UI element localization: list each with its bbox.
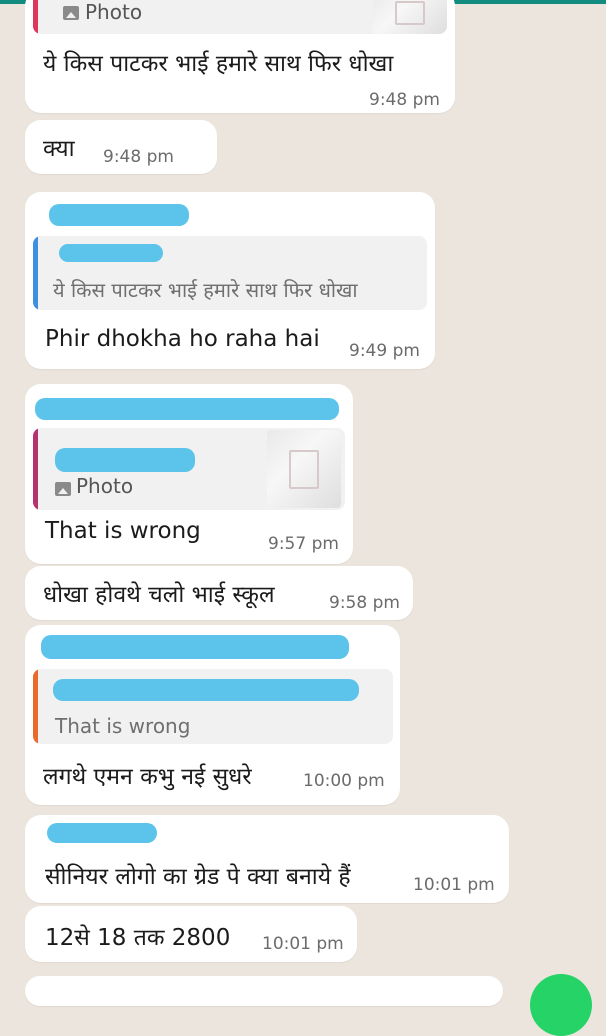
message-bubble-7[interactable]: सीनियर लोगो का ग्रेड पे क्या बनाये हैं 1… [25, 815, 509, 903]
message-text: सीनियर लोगो का ग्रेड पे क्या बनाये हैं [45, 864, 351, 890]
quoted-photo-message[interactable]: Photo [33, 0, 447, 34]
message-bubble-5[interactable]: धोखा होवथे चलो भाई स्कूल 9:58 pm [25, 566, 413, 620]
quote-bar [33, 0, 38, 34]
quoted-photo-message[interactable]: Photo [33, 428, 345, 510]
quote-photo-label: Photo [85, 0, 143, 24]
message-bubble-partial[interactable] [25, 976, 503, 1006]
message-text: 12से 18 तक 2800 [45, 925, 231, 951]
message-text: धोखा होवथे चलो भाई स्कूल [43, 582, 275, 608]
message-text: That is wrong [45, 518, 201, 544]
quoted-text-message[interactable]: That is wrong [33, 669, 393, 744]
message-text: ये किस पाटकर भाई हमारे साथ फिर धोखा [43, 51, 394, 77]
quote-bar [33, 428, 38, 510]
message-time: 9:48 pm [103, 147, 174, 167]
message-bubble-8[interactable]: 12से 18 तक 2800 10:01 pm [25, 906, 357, 962]
message-time: 9:48 pm [369, 90, 440, 110]
quoted-sender-redacted [55, 448, 195, 472]
photo-thumbnail[interactable] [373, 0, 447, 34]
message-bubble-1[interactable]: Photo ये किस पाटकर भाई हमारे साथ फिर धोख… [25, 0, 455, 113]
message-time: 10:00 pm [303, 771, 385, 791]
quote-text: ये किस पाटकर भाई हमारे साथ फिर धोखा [53, 278, 358, 302]
message-time: 10:01 pm [262, 934, 344, 954]
quote-text: That is wrong [55, 714, 191, 738]
quoted-text-message[interactable]: ये किस पाटकर भाई हमारे साथ फिर धोखा [33, 236, 427, 310]
message-bubble-2[interactable]: क्या 9:48 pm [25, 120, 217, 174]
message-bubble-4[interactable]: Photo That is wrong 9:57 pm [25, 384, 353, 564]
message-time: 9:57 pm [268, 534, 339, 554]
scroll-down-button[interactable] [530, 974, 592, 1036]
sender-name-redacted [49, 204, 189, 226]
sender-name-redacted [41, 635, 349, 659]
sender-name-redacted [47, 823, 157, 843]
photo-icon [63, 6, 79, 20]
photo-icon [55, 482, 71, 496]
quoted-sender-redacted [59, 244, 163, 262]
message-text: क्या [43, 136, 75, 162]
quote-bar [33, 236, 38, 310]
message-text: Phir dhokha ho raha hai [45, 326, 320, 352]
message-time: 10:01 pm [413, 875, 495, 895]
message-text: लगथे एमन कभु नई सुधरे [43, 764, 252, 790]
message-time: 9:49 pm [349, 341, 420, 361]
sender-name-redacted [35, 398, 339, 420]
quoted-sender-redacted [53, 679, 359, 701]
message-bubble-3[interactable]: ये किस पाटकर भाई हमारे साथ फिर धोखा Phir… [25, 192, 435, 369]
photo-thumbnail[interactable] [267, 430, 341, 508]
quote-photo-label: Photo [76, 474, 134, 498]
message-bubble-6[interactable]: That is wrong लगथे एमन कभु नई सुधरे 10:0… [25, 625, 400, 805]
message-time: 9:58 pm [329, 593, 400, 613]
quote-bar [33, 669, 38, 744]
